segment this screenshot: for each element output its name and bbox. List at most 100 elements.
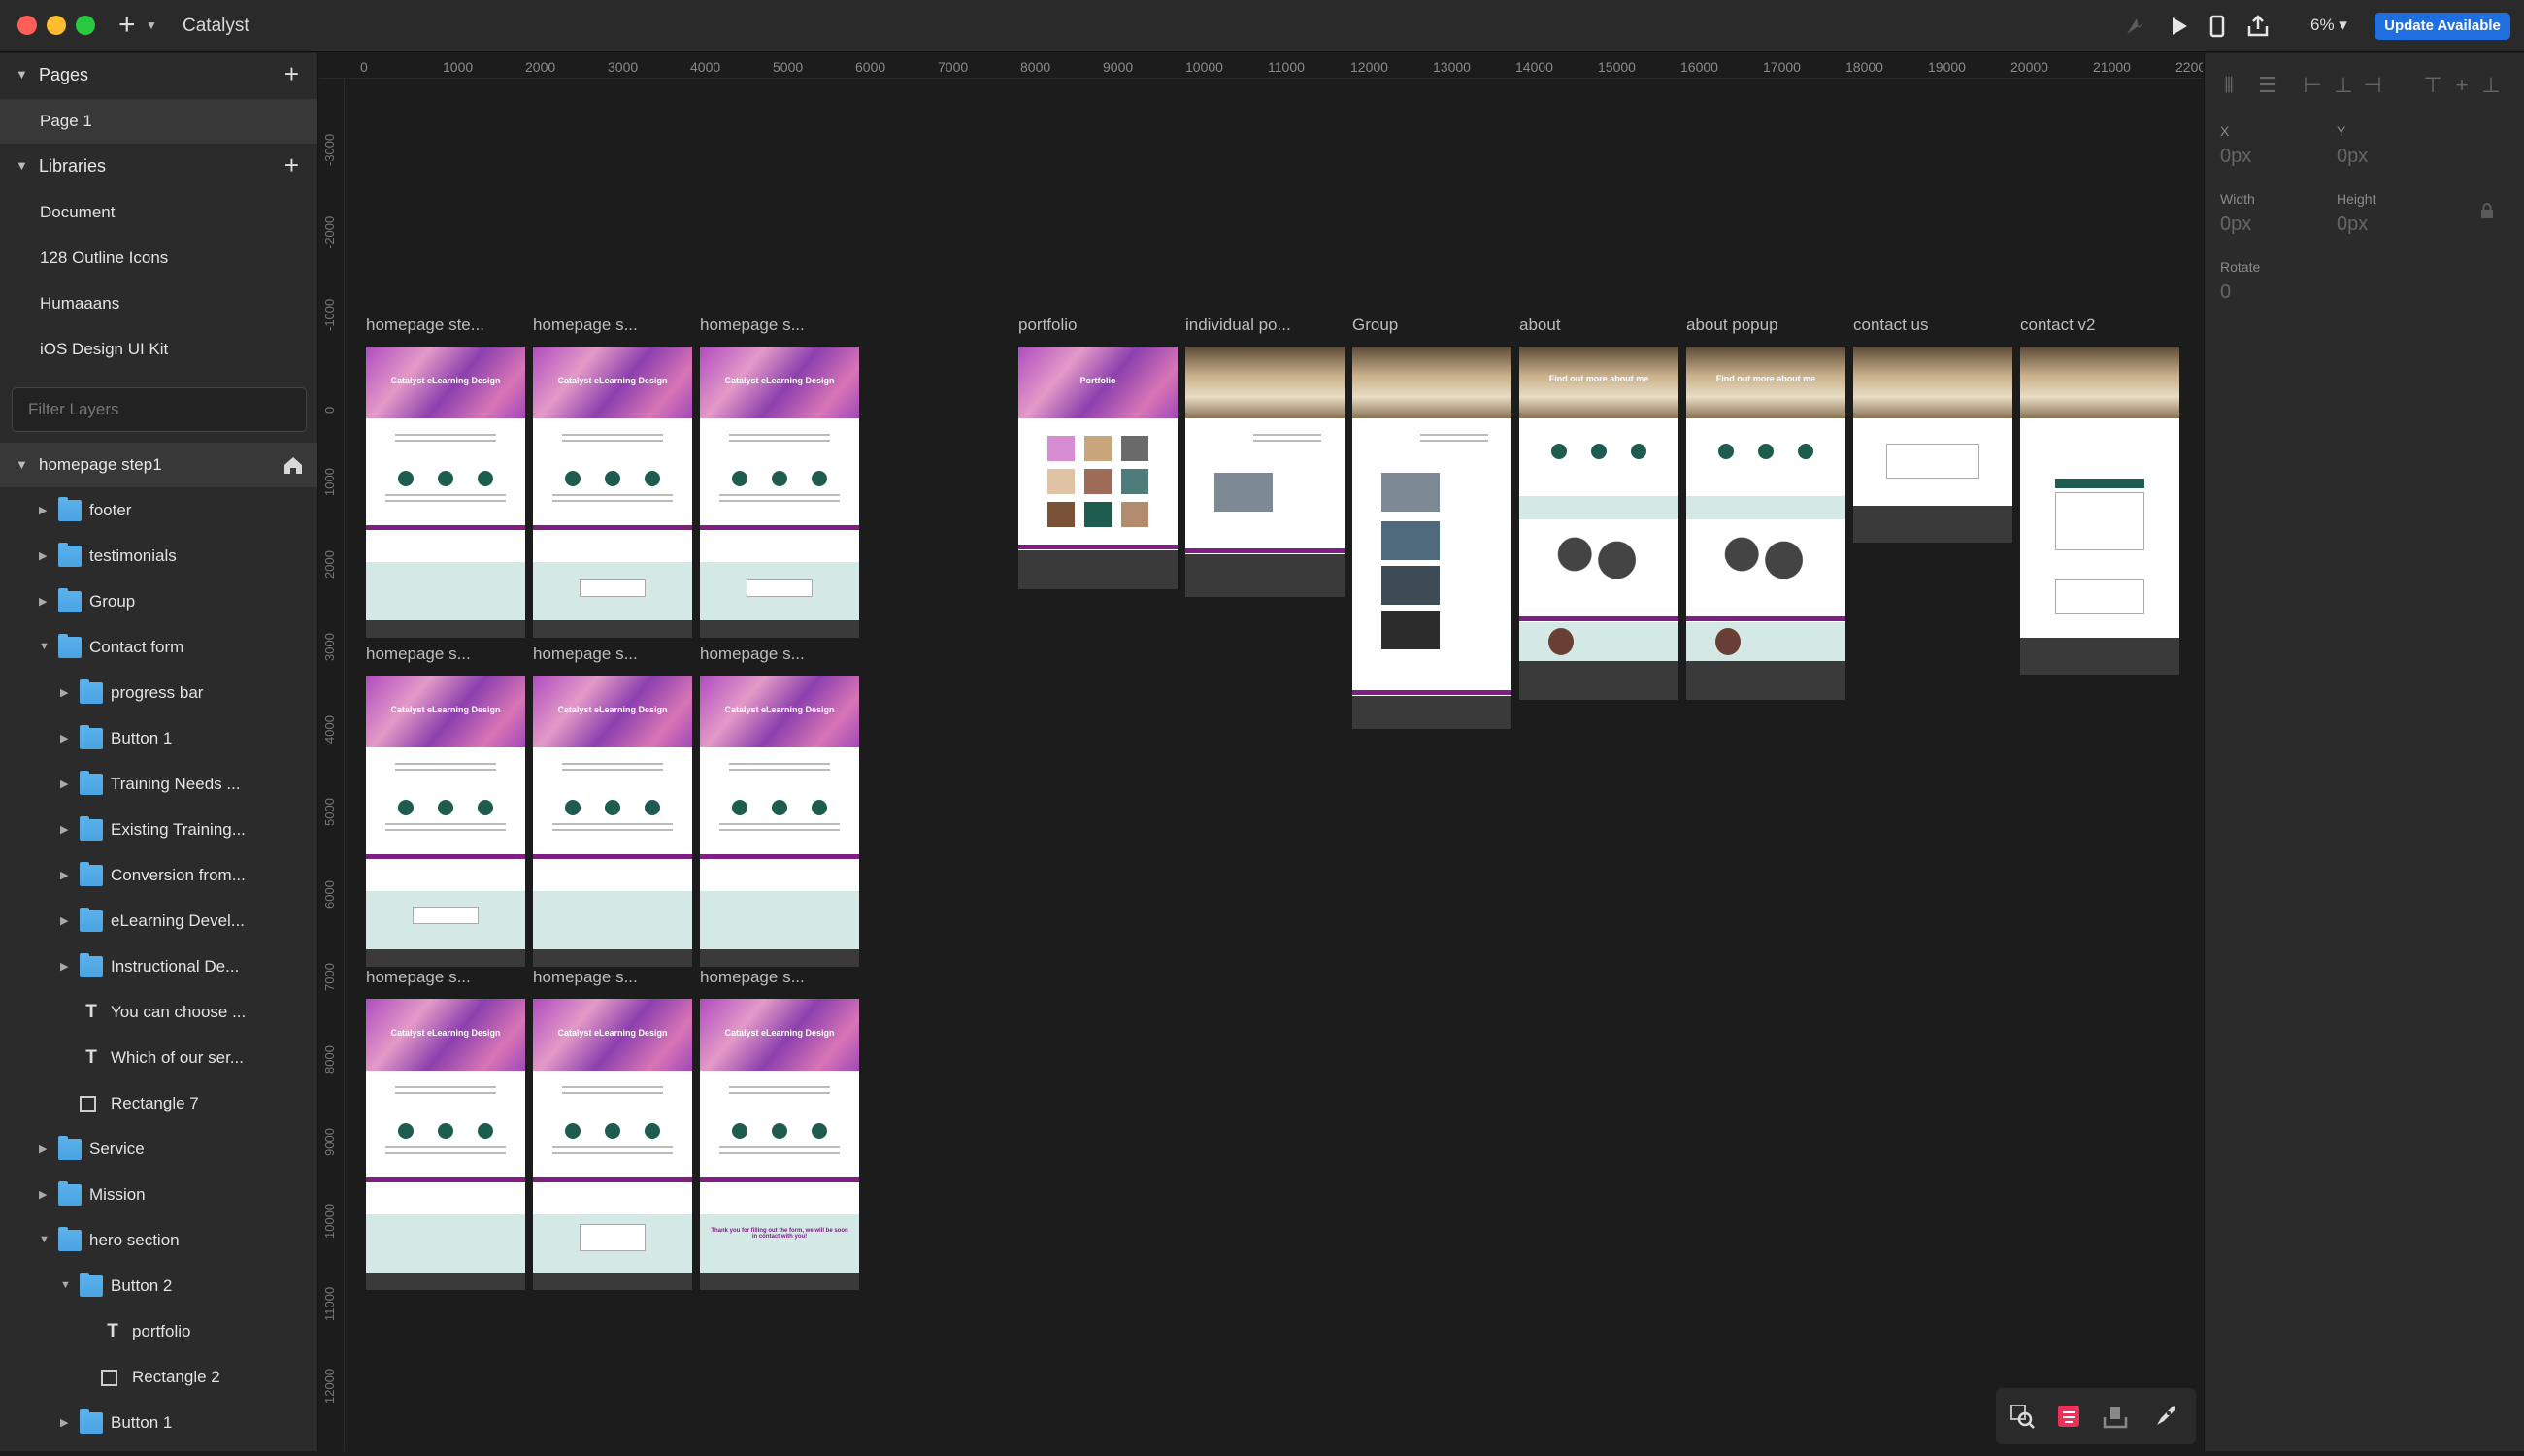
layer-item[interactable]: ▼ Button 2 [0, 1264, 317, 1309]
artboard-label[interactable]: homepage s... [700, 645, 857, 664]
chevron-down-icon[interactable]: ▼ [60, 1279, 71, 1291]
artboard-label[interactable]: contact v2 [2020, 315, 2177, 335]
layer-item[interactable]: Tportfolio [0, 1309, 317, 1355]
y-field[interactable]: 0px [2337, 146, 2368, 168]
pages-section-header[interactable]: ▼ Pages + [0, 53, 317, 96]
tray-icon[interactable] [2101, 1402, 2130, 1431]
window-maximize-button[interactable] [76, 16, 95, 35]
layer-item[interactable]: ▶ Group [0, 579, 317, 625]
rocket-icon[interactable] [2151, 1402, 2180, 1431]
chevron-down-icon[interactable]: ▼ [39, 641, 50, 652]
align-middle-icon[interactable]: + [2449, 73, 2474, 98]
layer-root-homepage-step1[interactable]: ▼ homepage step1 [0, 443, 317, 487]
distribute-center-icon[interactable]: ⊥ [2331, 73, 2356, 98]
chevron-down-icon[interactable]: ▼ [16, 158, 28, 173]
layer-item[interactable]: ▶ Training Needs ... [0, 762, 317, 808]
chevron-down-icon[interactable]: ▼ [146, 18, 157, 32]
artboard-label[interactable]: about popup [1686, 315, 1843, 335]
artboard-label[interactable]: homepage s... [700, 968, 857, 987]
layer-item[interactable]: ▶ Button 1 [0, 1401, 317, 1446]
library-item[interactable]: Document [0, 190, 317, 235]
artboard-label[interactable]: Group [1352, 315, 1510, 335]
update-available-button[interactable]: Update Available [2375, 13, 2510, 40]
chevron-right-icon[interactable]: ▶ [39, 504, 47, 516]
share-icon[interactable] [2244, 13, 2272, 40]
height-field[interactable]: 0px [2337, 214, 2368, 236]
chevron-down-icon[interactable]: ▼ [16, 67, 28, 82]
x-label: X [2220, 123, 2230, 139]
design-canvas[interactable]: 0 1000 2000 3000 4000 5000 6000 7000 8000 9000 100… [319, 53, 2203, 1451]
layer-item[interactable]: ▶ Service [0, 1127, 317, 1173]
window-close-button[interactable] [17, 16, 37, 35]
layer-item[interactable]: ▶ progress bar [0, 671, 317, 716]
artboard-label[interactable]: individual po... [1185, 315, 1343, 335]
add-icon[interactable]: + [118, 11, 136, 40]
layer-item[interactable]: ▶ testimonials [0, 534, 317, 579]
phone-icon[interactable] [2204, 13, 2231, 40]
artboard-label[interactable]: about [1519, 315, 1677, 335]
chevron-right-icon[interactable]: ▶ [60, 960, 68, 973]
chevron-down-icon[interactable]: ▼ [39, 1234, 50, 1245]
artboard-label[interactable]: homepage s... [366, 968, 523, 987]
layer-item[interactable]: ▶ footer [0, 488, 317, 534]
artboard-label[interactable]: homepage s... [533, 968, 690, 987]
layer-item[interactable]: T Which of our ser... [0, 1036, 317, 1081]
chevron-right-icon[interactable]: ▶ [39, 1188, 47, 1201]
layer-item[interactable]: Rectangle 7 [0, 1081, 317, 1127]
layer-item[interactable]: Rectangle 2 [0, 1355, 317, 1401]
x-field[interactable]: 0px [2220, 146, 2251, 168]
chevron-right-icon[interactable]: ▶ [39, 549, 47, 562]
add-library-icon[interactable]: + [284, 150, 299, 181]
layer-item[interactable]: T You can choose ... [0, 990, 317, 1036]
artboard-label[interactable]: homepage s... [700, 315, 857, 335]
zoom-dropdown[interactable]: 6% ▾ [2310, 16, 2347, 35]
layer-item[interactable]: ▼ Contact form [0, 625, 317, 671]
layer-item[interactable]: ▶ Mission [0, 1173, 317, 1218]
page-item[interactable]: Page 1 [0, 99, 317, 144]
distribute-left-icon[interactable]: ⊢ [2300, 73, 2325, 98]
library-item[interactable]: Humaaans [0, 281, 317, 326]
service-icon [1757, 444, 1774, 459]
artboard-label[interactable]: homepage s... [533, 315, 690, 335]
align-h-center-icon[interactable]: ☰ [2255, 73, 2280, 98]
align-top-icon[interactable]: ⊤ [2420, 73, 2445, 98]
layer-item[interactable]: ▶ Instructional De... [0, 944, 317, 990]
inbox-icon[interactable] [2054, 1402, 2083, 1431]
layer-item[interactable]: ▼ hero section [0, 1218, 317, 1264]
lock-icon[interactable] [2480, 203, 2494, 218]
library-item[interactable]: 128 Outline Icons [0, 236, 317, 281]
artboard-label[interactable]: homepage s... [366, 645, 523, 664]
window-minimize-button[interactable] [47, 16, 66, 35]
chevron-right-icon[interactable]: ▶ [39, 1142, 47, 1155]
chevron-right-icon[interactable]: ▶ [60, 732, 68, 745]
chevron-right-icon[interactable]: ▶ [39, 595, 47, 608]
artboard-label[interactable]: portfolio [1018, 315, 1176, 335]
chevron-down-icon[interactable]: ▼ [16, 457, 28, 472]
chevron-right-icon[interactable]: ▶ [60, 778, 68, 790]
distribute-right-icon[interactable]: ⊣ [2360, 73, 2385, 98]
align-left-icon[interactable]: ⫴ [2216, 73, 2242, 98]
layer-item[interactable]: ▶ eLearning Devel... [0, 899, 317, 944]
purple-band [700, 525, 859, 530]
layer-item[interactable]: ▶ Existing Training... [0, 808, 317, 853]
layer-item[interactable]: ▶ Button 1 [0, 716, 317, 762]
zoom-to-fit-icon[interactable] [2008, 1402, 2037, 1431]
add-page-icon[interactable]: + [284, 59, 299, 89]
align-bottom-icon[interactable]: ⊥ [2478, 73, 2504, 98]
layer-item[interactable]: ▶ Conversion from... [0, 853, 317, 899]
rotate-field[interactable]: 0 [2220, 281, 2231, 304]
chevron-right-icon[interactable]: ▶ [60, 869, 68, 881]
play-icon[interactable] [2165, 13, 2192, 40]
pointer-icon[interactable] [2121, 13, 2148, 40]
artboard-label[interactable]: homepage ste... [366, 315, 523, 335]
library-item[interactable]: iOS Design UI Kit [0, 327, 317, 372]
chevron-right-icon[interactable]: ▶ [60, 823, 68, 836]
artboard-label[interactable]: contact us [1853, 315, 2010, 335]
libraries-section-header[interactable]: ▼ Libraries + [0, 145, 317, 187]
chevron-right-icon[interactable]: ▶ [60, 686, 68, 699]
artboard-label[interactable]: homepage s... [533, 645, 690, 664]
width-field[interactable]: 0px [2220, 214, 2251, 236]
chevron-right-icon[interactable]: ▶ [60, 914, 68, 927]
filter-layers-input[interactable] [12, 387, 307, 432]
chevron-right-icon[interactable]: ▶ [60, 1416, 68, 1429]
